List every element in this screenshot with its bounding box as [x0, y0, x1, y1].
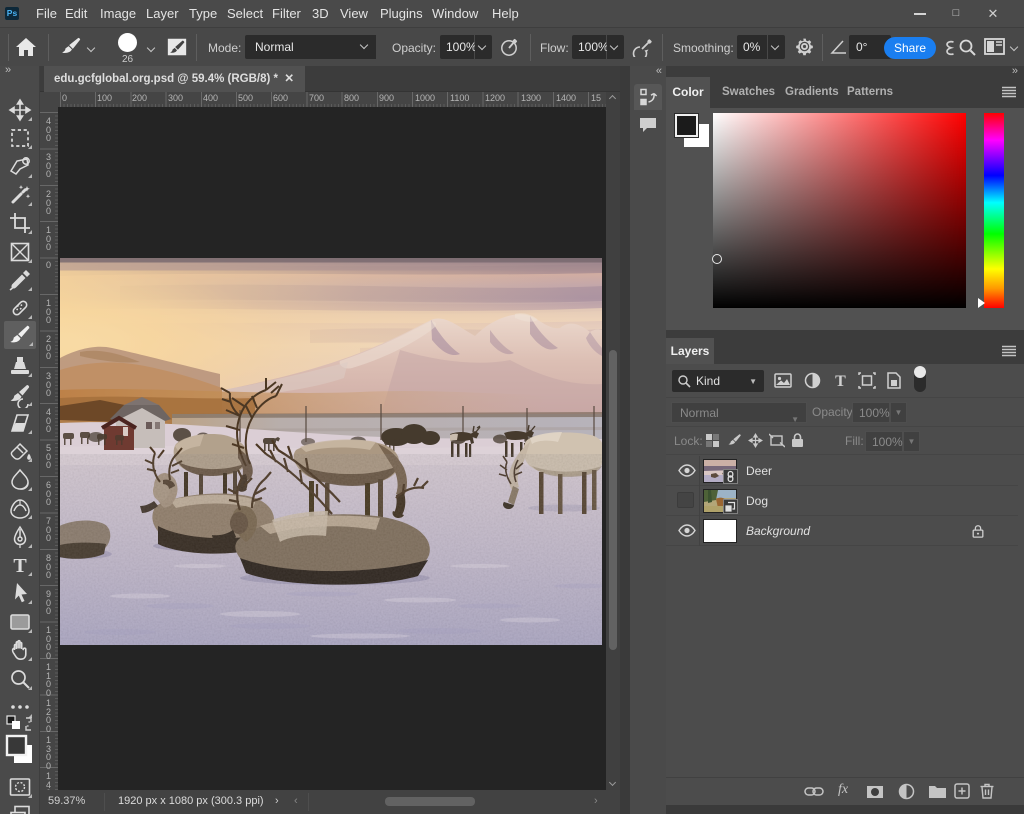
svg-text:T: T — [13, 555, 27, 577]
svg-text:T: T — [835, 373, 846, 389]
